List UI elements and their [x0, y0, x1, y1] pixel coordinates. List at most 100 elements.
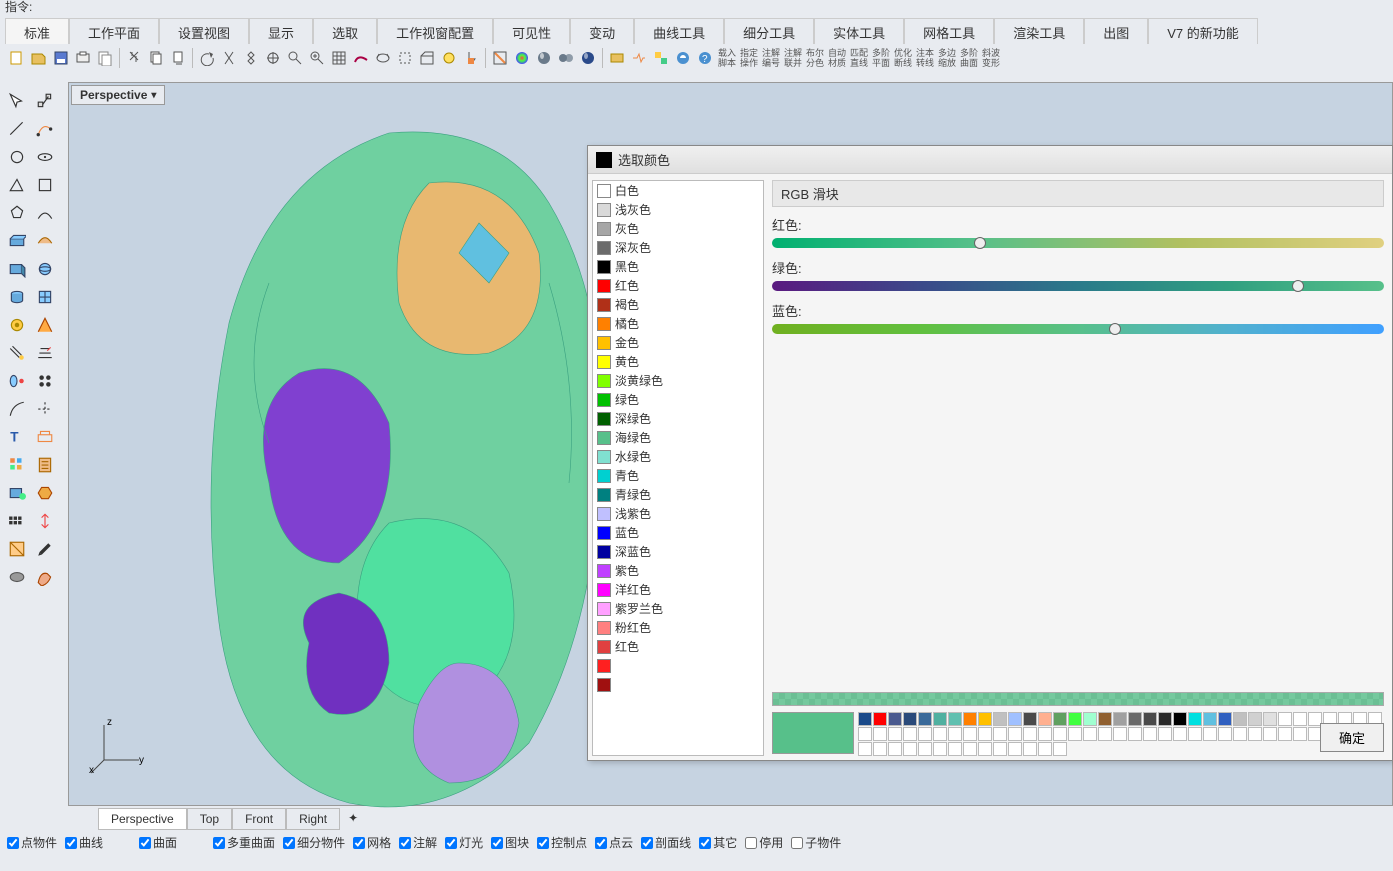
- toolbar-text-9[interactable]: 注本转线: [915, 47, 935, 69]
- side-icon-21[interactable]: [32, 368, 58, 394]
- palette-empty[interactable]: [1278, 727, 1292, 741]
- tab-14[interactable]: V7 的新功能: [1148, 18, 1258, 47]
- palette-empty[interactable]: [1068, 727, 1082, 741]
- toolbar-icon-18[interactable]: [373, 48, 393, 68]
- toolbar-icon-21[interactable]: [439, 48, 459, 68]
- toolbar-icon-6[interactable]: [124, 48, 144, 68]
- side-icon-3[interactable]: [32, 116, 58, 142]
- color-item-18[interactable]: 蓝色: [593, 523, 763, 542]
- toolbar-icon-31[interactable]: [629, 48, 649, 68]
- side-icon-2[interactable]: [4, 116, 30, 142]
- palette-empty[interactable]: [1233, 727, 1247, 741]
- side-icon-9[interactable]: [32, 200, 58, 226]
- filter-4[interactable]: 细分物件: [283, 834, 345, 851]
- toolbar-icon-22[interactable]: [461, 48, 481, 68]
- tab-9[interactable]: 细分工具: [724, 18, 814, 47]
- color-item-13[interactable]: 海绿色: [593, 428, 763, 447]
- palette-empty[interactable]: [1143, 727, 1157, 741]
- alpha-strip[interactable]: [772, 692, 1384, 706]
- color-item-5[interactable]: 红色: [593, 276, 763, 295]
- palette-empty[interactable]: [873, 742, 887, 756]
- palette-empty[interactable]: [1263, 727, 1277, 741]
- side-icon-26[interactable]: [4, 452, 30, 478]
- palette-19[interactable]: [1143, 712, 1157, 726]
- color-name-list[interactable]: 白色浅灰色灰色深灰色黑色红色褐色橘色金色黄色淡黄绿色绿色深绿色海绿色水绿色青色青…: [592, 180, 764, 756]
- side-icon-8[interactable]: [4, 200, 30, 226]
- color-item-10[interactable]: 淡黄绿色: [593, 371, 763, 390]
- toolbar-icon-1[interactable]: [29, 48, 49, 68]
- palette-empty[interactable]: [1158, 727, 1172, 741]
- side-icon-1[interactable]: [32, 88, 58, 114]
- side-icon-10[interactable]: [4, 228, 30, 254]
- color-item-0[interactable]: 白色: [593, 181, 763, 200]
- filter-12[interactable]: 其它: [699, 834, 737, 851]
- filter-14[interactable]: 子物件: [791, 834, 841, 851]
- toolbar-text-10[interactable]: 多边缩放: [937, 47, 957, 69]
- filter-11[interactable]: 剖面线: [641, 834, 691, 851]
- tab-13[interactable]: 出图: [1084, 18, 1148, 47]
- color-item-17[interactable]: 浅紫色: [593, 504, 763, 523]
- color-item-8[interactable]: 金色: [593, 333, 763, 352]
- toolbar-icon-13[interactable]: [263, 48, 283, 68]
- palette-empty[interactable]: [933, 727, 947, 741]
- palette-empty[interactable]: [1053, 742, 1067, 756]
- color-item-7[interactable]: 橘色: [593, 314, 763, 333]
- color-item-14[interactable]: 水绿色: [593, 447, 763, 466]
- palette-empty[interactable]: [1098, 727, 1112, 741]
- side-icon-13[interactable]: [32, 256, 58, 282]
- color-item-4[interactable]: 黑色: [593, 257, 763, 276]
- palette-empty[interactable]: [1023, 727, 1037, 741]
- side-icon-22[interactable]: [4, 396, 30, 422]
- color-item-25[interactable]: [593, 656, 763, 675]
- toolbar-icon-17[interactable]: [351, 48, 371, 68]
- palette-21[interactable]: [1173, 712, 1187, 726]
- color-item-19[interactable]: 深蓝色: [593, 542, 763, 561]
- color-item-20[interactable]: 紫色: [593, 561, 763, 580]
- palette-7[interactable]: [963, 712, 977, 726]
- filter-10[interactable]: 点云: [595, 834, 633, 851]
- toolbar-icon-20[interactable]: [417, 48, 437, 68]
- palette-17[interactable]: [1113, 712, 1127, 726]
- slider-red-handle[interactable]: [974, 237, 986, 249]
- side-icon-31[interactable]: [32, 508, 58, 534]
- palette-empty[interactable]: [1083, 727, 1097, 741]
- palette-6[interactable]: [948, 712, 962, 726]
- toolbar-text-1[interactable]: 指定操作: [739, 47, 759, 69]
- palette-empty[interactable]: [903, 742, 917, 756]
- palette-5[interactable]: [933, 712, 947, 726]
- color-item-3[interactable]: 深灰色: [593, 238, 763, 257]
- slider-blue[interactable]: 蓝色:: [772, 301, 1384, 334]
- palette-empty[interactable]: [1008, 742, 1022, 756]
- color-item-22[interactable]: 紫罗兰色: [593, 599, 763, 618]
- color-item-2[interactable]: 灰色: [593, 219, 763, 238]
- toolbar-icon-25[interactable]: [512, 48, 532, 68]
- palette-empty[interactable]: [1053, 727, 1067, 741]
- toolbar-icon-15[interactable]: [307, 48, 327, 68]
- filter-3[interactable]: 多重曲面: [213, 834, 275, 851]
- ok-button[interactable]: 确定: [1320, 723, 1384, 752]
- viewport-title[interactable]: Perspective: [71, 85, 165, 105]
- palette-18[interactable]: [1128, 712, 1142, 726]
- toolbar-text-3[interactable]: 注解联并: [783, 47, 803, 69]
- toolbar-icon-7[interactable]: [146, 48, 166, 68]
- color-item-24[interactable]: 红色: [593, 637, 763, 656]
- palette-empty[interactable]: [933, 742, 947, 756]
- toolbar-icon-28[interactable]: [578, 48, 598, 68]
- filter-2[interactable]: 曲面: [139, 834, 177, 851]
- toolbar-icon-10[interactable]: [197, 48, 217, 68]
- toolbar-text-12[interactable]: 斜波变形: [981, 47, 1001, 69]
- filter-1[interactable]: 曲线: [65, 834, 103, 851]
- filter-8[interactable]: 图块: [491, 834, 529, 851]
- side-icon-28[interactable]: [4, 480, 30, 506]
- side-icon-14[interactable]: [4, 284, 30, 310]
- toolbar-text-5[interactable]: 自动材质: [827, 47, 847, 69]
- palette-26[interactable]: [1248, 712, 1262, 726]
- palette-empty[interactable]: [1248, 727, 1262, 741]
- palette-24[interactable]: [1218, 712, 1232, 726]
- palette-empty[interactable]: [978, 742, 992, 756]
- toolbar-text-8[interactable]: 优化断线: [893, 47, 913, 69]
- palette-empty[interactable]: [918, 727, 932, 741]
- palette-3[interactable]: [903, 712, 917, 726]
- palette-empty[interactable]: [1278, 712, 1292, 726]
- side-icon-30[interactable]: [4, 508, 30, 534]
